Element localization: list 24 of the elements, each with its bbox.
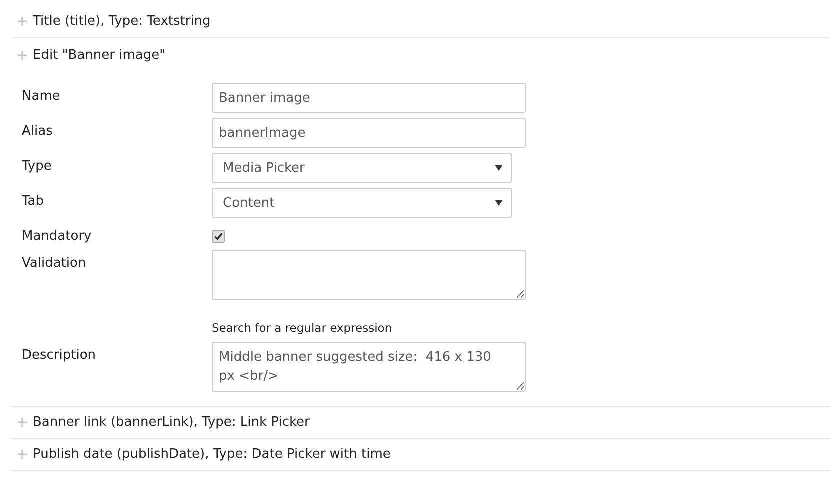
select-dropdown[interactable]: Content	[212, 188, 512, 218]
plus-icon	[18, 450, 27, 459]
field-label: Tab	[22, 193, 46, 210]
field-label: Type	[22, 158, 53, 175]
text-field[interactable]: bannerImage	[212, 118, 526, 148]
field-label: Mandatory	[22, 228, 93, 245]
field-label: Validation	[22, 255, 88, 272]
plus-icon	[18, 418, 27, 427]
field-label: Name	[22, 88, 62, 105]
text-field[interactable]: Banner image	[212, 83, 526, 113]
property-header[interactable]: Publish date (publishDate), Type: Date Picker with time	[12, 439, 830, 470]
property-header[interactable]: Banner link (bannerLink), Type: Link Picker	[12, 407, 830, 438]
property-header[interactable]: Edit "Banner image"	[12, 38, 830, 73]
caret-icon	[495, 200, 503, 206]
caret-icon	[495, 165, 503, 171]
select-dropdown[interactable]: Media Picker	[212, 153, 512, 183]
plus-icon	[18, 17, 27, 26]
checkbox[interactable]	[212, 230, 225, 243]
plus-icon	[18, 51, 27, 60]
field-label: Alias	[22, 123, 54, 140]
property-header[interactable]: Title (title), Type: Textstring	[12, 6, 830, 37]
hint-text: Search for a regular expression	[212, 321, 392, 335]
field-label: Description	[22, 347, 98, 364]
text-area[interactable]: Middle banner suggested size: 416 x 130 px <br/>	[212, 342, 526, 392]
